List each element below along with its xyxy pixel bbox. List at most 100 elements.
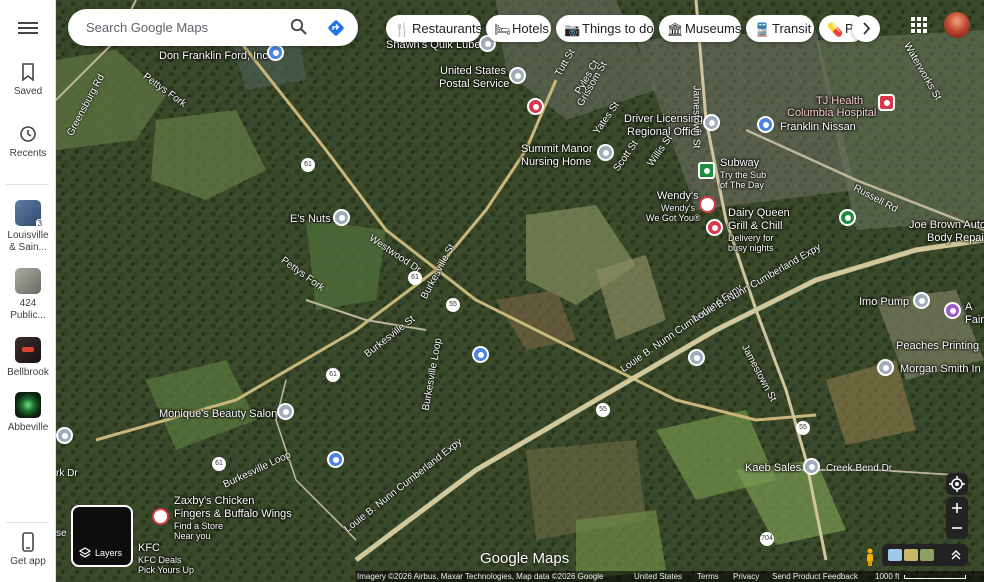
landmark-pin-icon[interactable]	[688, 349, 705, 366]
attribution-footer: Imagery ©2026 Airbus, Maxar Technologies…	[356, 571, 984, 582]
poi-fair-line1[interactable]: A	[965, 301, 972, 314]
google-maps-logo: Google Maps	[480, 550, 570, 567]
poi-moniques-beauty-salon[interactable]: Monique's Beauty Salon	[159, 408, 277, 421]
poi-es-nuts[interactable]: E's Nuts	[290, 213, 331, 226]
poi-fair-line2[interactable]: Fair	[965, 314, 984, 327]
search-icon[interactable]	[290, 18, 308, 36]
chips-scroll-right-button[interactable]	[852, 15, 880, 42]
place-label: Louisville	[7, 230, 49, 241]
government-pin-icon[interactable]	[703, 114, 720, 131]
my-location-button[interactable]	[946, 473, 968, 495]
poi-joe-brown-line2[interactable]: Body Repair	[927, 232, 984, 245]
hospital-pin-icon[interactable]	[878, 94, 895, 111]
satellite-thumbnail[interactable]	[920, 549, 934, 561]
recent-place-bellbrook[interactable]: Bellbrook	[0, 337, 56, 379]
account-avatar[interactable]	[944, 12, 970, 38]
business-pin-icon[interactable]	[56, 427, 73, 444]
minus-icon	[952, 527, 962, 529]
car-dealer-pin-icon[interactable]	[757, 116, 774, 133]
poi-zaxbys-line2[interactable]: Fingers & Buffalo Wings	[174, 508, 292, 521]
search-input[interactable]	[86, 20, 276, 35]
get-app-label: Get app	[10, 556, 46, 567]
camera-icon: 📷	[564, 21, 581, 37]
recent-place-abbeville[interactable]: Abbeville	[0, 392, 56, 434]
satellite-map[interactable]: Don Franklin Ford, Inc Shawn's Quik Lube…	[56, 0, 984, 582]
history-icon	[20, 126, 36, 142]
poi-dairy-queen-line1[interactable]: Dairy Queen	[728, 207, 790, 220]
poi-zaxbys-sub1: Find a Store	[174, 521, 224, 531]
chevron-right-icon	[863, 22, 871, 35]
poi-kaeb-sales[interactable]: Kaeb Sales	[745, 462, 801, 475]
dairy-queen-pin-icon[interactable]	[706, 219, 723, 236]
privacy-link[interactable]: Privacy	[733, 571, 759, 582]
zoom-out-button[interactable]	[946, 518, 968, 539]
imagery-thumbnails-bar[interactable]	[882, 544, 968, 566]
apps-grid-icon[interactable]	[910, 16, 928, 34]
recent-place-424-public[interactable]: 424 Public...	[0, 268, 56, 322]
chip-things-to-do[interactable]: 📷 Things to do	[556, 15, 654, 42]
road-label-se: se	[56, 528, 67, 539]
poi-kfc[interactable]: KFC	[138, 542, 160, 555]
zaxbys-pin-icon[interactable]	[152, 508, 169, 525]
recents-button[interactable]: Recents	[0, 124, 56, 160]
search-box[interactable]	[68, 9, 358, 46]
place-thumbnail	[15, 268, 41, 294]
poi-wendys-sub1: Wendy's	[661, 203, 696, 213]
chip-museums[interactable]: 🏛 Museums	[659, 15, 741, 42]
poi-don-franklin-ford[interactable]: Don Franklin Ford, Inc	[159, 50, 268, 63]
street-view-pegman-icon[interactable]	[864, 548, 876, 566]
business-pin-icon[interactable]	[877, 359, 894, 376]
country-link[interactable]: United States	[634, 571, 682, 582]
poi-zaxbys-line1[interactable]: Zaxby's Chicken	[174, 495, 254, 508]
chip-restaurants[interactable]: 🍴 Restaurants	[386, 15, 481, 42]
poi-dairy-queen-line2[interactable]: Grill & Chill	[728, 220, 782, 233]
poi-usps-line1[interactable]: United States	[440, 65, 506, 78]
poi-peaches-printing[interactable]: Peaches Printing	[896, 340, 979, 353]
post-office-pin-icon[interactable]	[509, 67, 526, 84]
car-dealer-pin-icon[interactable]	[267, 44, 284, 61]
business-pin-icon[interactable]	[913, 292, 930, 309]
recent-place-louisville[interactable]: 3 Louisville & Sain...	[0, 200, 56, 254]
shopping-pin-icon[interactable]	[527, 98, 544, 115]
poi-summit-manor-line2[interactable]: Nursing Home	[521, 156, 591, 169]
business-pin-icon[interactable]	[333, 209, 350, 226]
business-pin-icon[interactable]	[803, 458, 820, 475]
poi-imo-pump[interactable]: Imo Pump	[859, 296, 909, 309]
restaurant-icon: 🍴	[394, 21, 411, 37]
poi-summit-manor-line1[interactable]: Summit Manor	[521, 143, 593, 156]
park-pin-icon[interactable]	[839, 209, 856, 226]
pharmacy-icon: 💊	[827, 21, 844, 37]
poi-usps-line2[interactable]: Postal Service	[439, 78, 509, 91]
poi-dairy-queen-sub1: Delivery for	[728, 233, 774, 243]
get-app-button[interactable]: Get app	[0, 532, 56, 568]
nursing-home-pin-icon[interactable]	[597, 144, 614, 161]
poi-franklin-nissan[interactable]: Franklin Nissan	[780, 121, 856, 134]
poi-tj-health-line2[interactable]: Columbia Hospital	[787, 107, 876, 120]
poi-joe-brown-line1[interactable]: Joe Brown Autom	[909, 219, 984, 232]
scale-label[interactable]: 1000 ft	[875, 571, 899, 582]
event-pin-icon[interactable]	[944, 302, 961, 319]
home-pin-icon[interactable]	[327, 451, 344, 468]
poi-subway[interactable]: Subway	[720, 157, 759, 170]
saved-button[interactable]: Saved	[0, 62, 56, 98]
zoom-in-button[interactable]	[946, 497, 968, 518]
poi-wendys-sub2: We Got You®	[646, 213, 701, 223]
poi-morgan-smith[interactable]: Morgan Smith In	[900, 363, 981, 376]
map-type-thumbnail[interactable]	[888, 549, 902, 561]
poi-zaxbys-sub2: Near you	[174, 531, 211, 541]
wendys-pin-icon[interactable]	[699, 196, 716, 213]
directions-icon[interactable]	[326, 18, 346, 38]
menu-icon[interactable]	[18, 19, 38, 35]
subway-ad-pin-icon[interactable]	[698, 162, 715, 179]
terms-link[interactable]: Terms	[697, 571, 719, 582]
layers-button[interactable]: Layers	[71, 505, 133, 567]
route-shield-55: 55	[796, 421, 810, 435]
chip-transit[interactable]: 🚆 Transit	[746, 15, 814, 42]
poi-wendys[interactable]: Wendy's	[657, 190, 699, 203]
feedback-link[interactable]: Send Product Feedback	[772, 571, 858, 582]
transit-pin-icon[interactable]	[472, 346, 489, 363]
terrain-thumbnail[interactable]	[904, 549, 918, 561]
expand-up-icon[interactable]	[950, 549, 962, 561]
salon-pin-icon[interactable]	[277, 403, 294, 420]
chip-hotels[interactable]: 🛏 Hotels	[486, 15, 551, 42]
